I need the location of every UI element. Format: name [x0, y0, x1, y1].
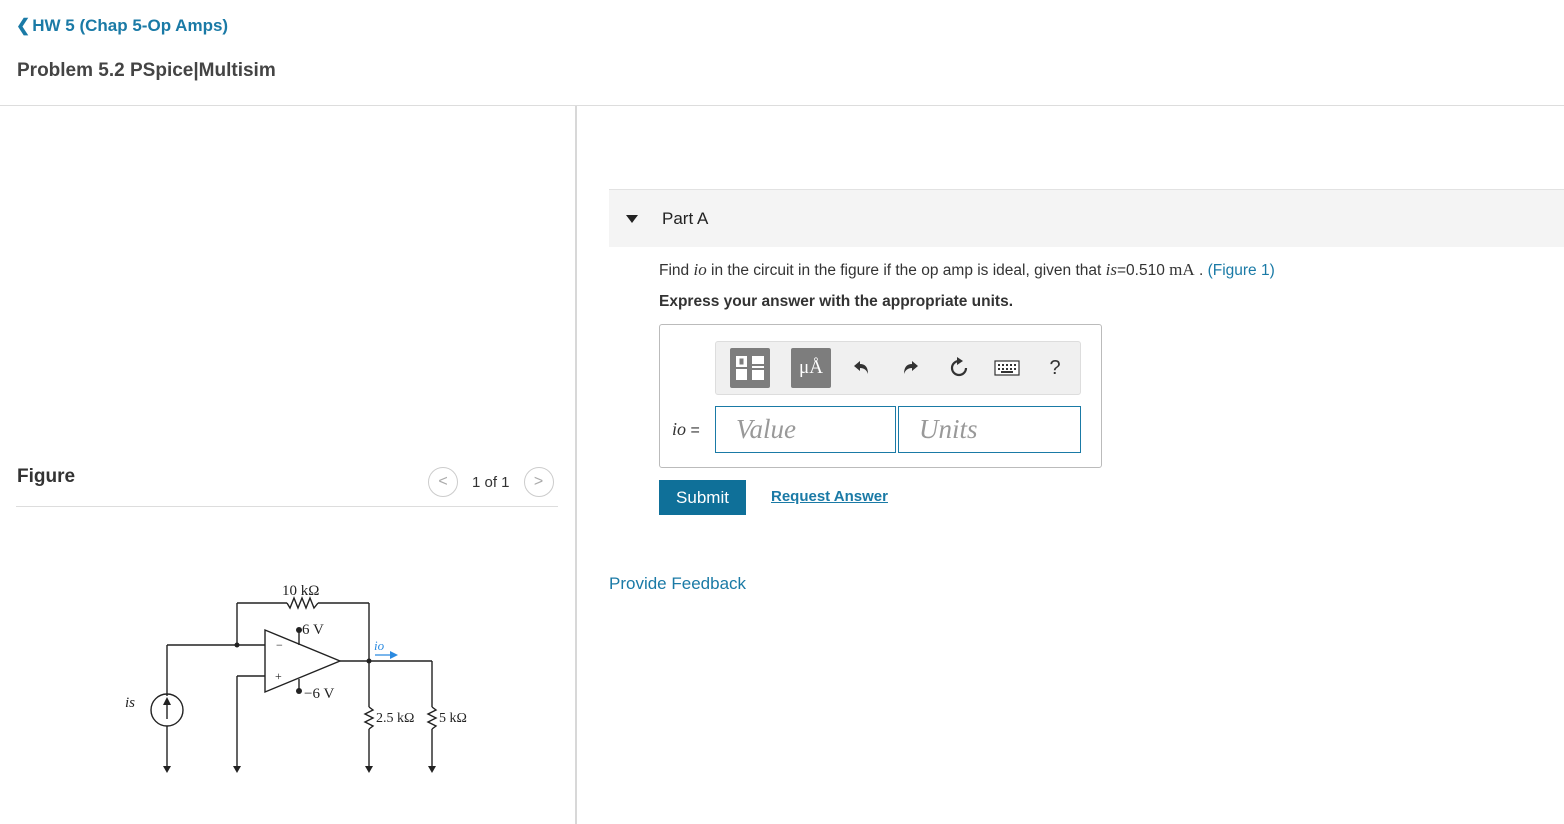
part-a-header[interactable]: Part A	[609, 189, 1564, 247]
column-divider	[575, 106, 577, 824]
svg-text:−: −	[276, 638, 283, 652]
math-toolbar: μÅ ?	[715, 341, 1081, 395]
pos-supply-label: 6 V	[302, 622, 324, 638]
figure-count: 1 of 1	[472, 473, 510, 491]
units-icon: μÅ	[799, 357, 823, 378]
provide-feedback-link[interactable]: Provide Feedback	[609, 574, 746, 594]
feedback-resistor	[286, 596, 319, 610]
instructions: Express your answer with the appropriate…	[659, 293, 1014, 310]
question-middle: in the circuit in the figure if the op a…	[711, 262, 1102, 279]
question-prefix: Find	[659, 262, 690, 279]
back-link[interactable]: ❮ HW 5 (Chap 5-Op Amps)	[16, 16, 228, 36]
svg-text:+: +	[275, 669, 282, 683]
units-input[interactable]	[898, 406, 1081, 453]
neg-supply-label: −6 V	[304, 686, 334, 702]
next-figure-button[interactable]: >	[523, 467, 554, 497]
answer-box: μÅ ? io =	[659, 324, 1102, 468]
templates-icon	[736, 356, 764, 380]
load-resistor-2-label: 5 kΩ	[439, 711, 467, 726]
keyboard-button[interactable]	[993, 354, 1021, 382]
figure-divider	[16, 506, 558, 507]
templates-button[interactable]	[730, 348, 770, 388]
given-value: =0.510	[1116, 262, 1165, 279]
units-button[interactable]: μÅ	[791, 348, 831, 388]
reset-button[interactable]	[945, 354, 973, 382]
source-label: is	[125, 695, 135, 711]
load-resistor-2	[426, 706, 438, 730]
reset-icon	[950, 357, 968, 377]
help-button[interactable]: ?	[1041, 354, 1069, 382]
back-link-label: HW 5 (Chap 5-Op Amps)	[32, 16, 229, 35]
answer-var: io	[672, 419, 687, 439]
keyboard-icon	[994, 360, 1020, 376]
given-unit: mA	[1169, 260, 1195, 279]
circuit-diagram: − + 10 kΩ 6 V −6 V io is 2.5 kΩ 5 kΩ	[125, 583, 467, 773]
given-var: is	[1105, 260, 1117, 279]
load-resistor-1-label: 2.5 kΩ	[376, 711, 414, 726]
question-text: Find io in the circuit in the figure if …	[659, 260, 1275, 279]
feedback-resistor-label: 10 kΩ	[282, 583, 319, 599]
submit-button[interactable]: Submit	[659, 480, 746, 515]
redo-button[interactable]	[896, 354, 924, 382]
figure-pager: < 1 of 1 >	[428, 467, 554, 497]
undo-button[interactable]	[848, 354, 876, 382]
problem-title: Problem 5.2 PSpice|Multisim	[17, 60, 276, 81]
part-a-label: Part A	[662, 208, 709, 228]
figure-heading: Figure	[17, 466, 76, 487]
request-answer-link[interactable]: Request Answer	[771, 488, 888, 505]
caret-down-icon	[626, 214, 638, 223]
figure-link[interactable]: (Figure 1)	[1208, 262, 1275, 279]
value-input[interactable]	[715, 406, 896, 453]
undo-icon	[854, 361, 868, 374]
header-divider	[0, 105, 1564, 106]
prev-figure-button[interactable]: <	[428, 467, 458, 497]
output-current-label: io	[374, 638, 385, 653]
answer-label: io =	[672, 419, 700, 440]
chevron-right-icon: >	[533, 473, 544, 490]
answer-eq: =	[690, 422, 700, 439]
chevron-left-icon: ❮	[16, 16, 31, 35]
load-resistor-1	[363, 706, 375, 730]
chevron-left-icon: <	[438, 473, 448, 490]
redo-icon	[904, 361, 918, 374]
question-var: io	[693, 260, 707, 279]
help-icon: ?	[1049, 356, 1061, 379]
